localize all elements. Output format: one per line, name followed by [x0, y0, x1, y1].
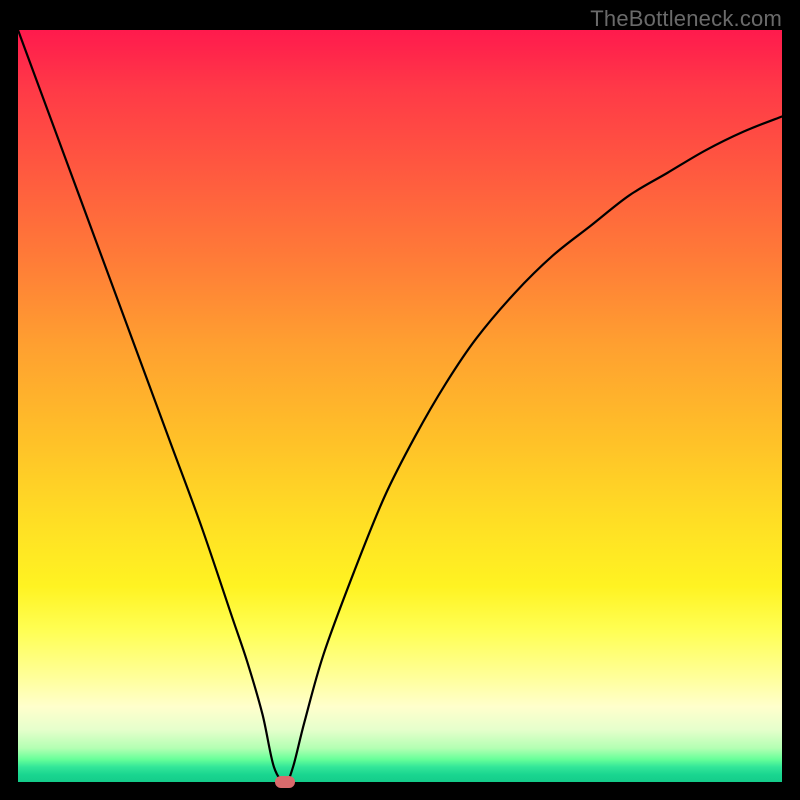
watermark-text: TheBottleneck.com: [590, 6, 782, 32]
optimal-point-marker: [275, 776, 295, 788]
bottleneck-curve: [18, 30, 782, 782]
curve-svg: [18, 30, 782, 782]
chart-frame: [18, 30, 782, 782]
